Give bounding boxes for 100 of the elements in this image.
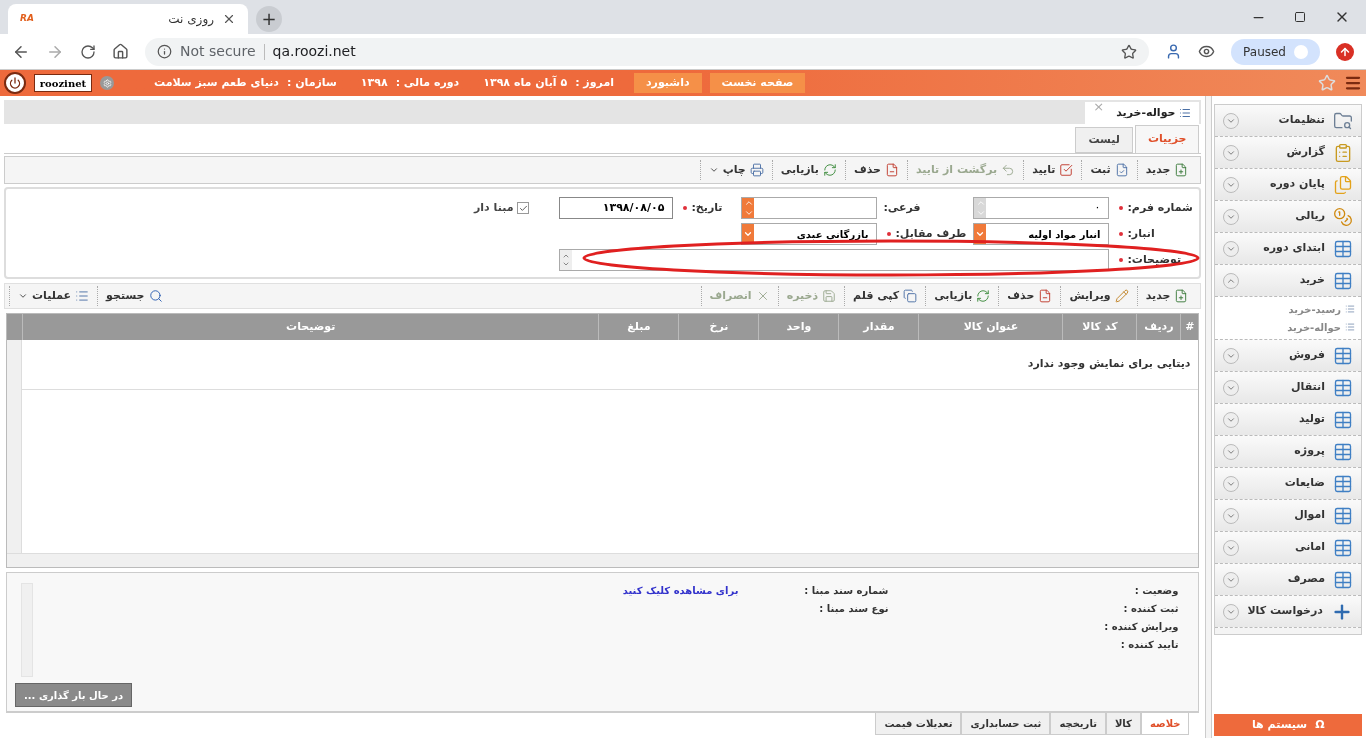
extension-icon[interactable] bbox=[1198, 43, 1216, 60]
security-label: Not secure bbox=[180, 42, 256, 61]
bottom-tab[interactable]: تعدیلات قیمت bbox=[875, 713, 962, 735]
table-icon bbox=[1333, 377, 1353, 398]
toolbar-button[interactable]: حذف bbox=[844, 160, 907, 180]
sidebar-item[interactable]: اموال bbox=[1215, 500, 1361, 532]
expand-icon bbox=[1223, 571, 1240, 588]
sidebar-item[interactable]: ضایعات bbox=[1215, 468, 1361, 500]
info-label: سازمان : bbox=[286, 74, 337, 91]
number-field[interactable] bbox=[741, 197, 878, 219]
bottom-tab[interactable]: کالا bbox=[1105, 713, 1141, 735]
toolbar-button[interactable]: جستجو bbox=[97, 286, 171, 306]
sidebar-item[interactable]: ریالی bbox=[1215, 201, 1361, 233]
sidebar-item[interactable]: تنظیمات bbox=[1215, 105, 1361, 137]
menu-icon[interactable] bbox=[1344, 74, 1362, 92]
sidebar-item[interactable]: گزارش bbox=[1215, 137, 1361, 169]
coins-icon bbox=[1333, 206, 1353, 227]
date-field[interactable]: ۱۳۹۸/۰۸/۰۵ bbox=[559, 197, 674, 219]
sidebar-item[interactable]: ابتدای دوره bbox=[1215, 233, 1361, 265]
sidebar-item[interactable]: امانی bbox=[1215, 532, 1361, 564]
refresh-icon bbox=[976, 289, 991, 303]
expand-icon bbox=[1223, 144, 1240, 161]
field-label: شماره فرم: bbox=[1127, 199, 1193, 216]
expand-icon bbox=[1223, 176, 1240, 193]
delete-file-icon bbox=[1038, 289, 1053, 303]
power-icon[interactable] bbox=[4, 72, 26, 94]
refresh-icon bbox=[822, 163, 837, 177]
toolbar-button[interactable]: کپی قلم bbox=[844, 286, 926, 306]
info-value: ۱۳۹۸ bbox=[360, 74, 388, 91]
list-icon bbox=[1345, 322, 1355, 332]
search-icon bbox=[148, 289, 163, 303]
field-label: طرف مقابل: bbox=[895, 225, 967, 242]
bottom-tab[interactable]: تاریخچه bbox=[1050, 713, 1106, 735]
summary-label: تایید کننده : bbox=[1119, 638, 1179, 652]
info-label: امروز : bbox=[575, 74, 614, 91]
empty-message: دیتایی برای نمایش وجود ندارد bbox=[1027, 356, 1191, 373]
tab-title: روزی نت bbox=[167, 11, 214, 28]
sidebar-item[interactable]: درخواست کالا bbox=[1215, 596, 1361, 628]
expand-icon bbox=[1223, 379, 1240, 396]
home-icon[interactable] bbox=[112, 43, 129, 60]
document-tab[interactable]: حواله-خرید × bbox=[1085, 102, 1200, 124]
toolbar-button[interactable]: جدید bbox=[1136, 160, 1197, 180]
checkbox[interactable] bbox=[517, 202, 530, 214]
reload-icon[interactable] bbox=[80, 43, 96, 60]
table-icon bbox=[1333, 441, 1353, 462]
required-mark-icon bbox=[1119, 206, 1124, 210]
sidebar-item[interactable]: مصرف bbox=[1215, 564, 1361, 596]
sidebar-subitem[interactable]: رسید-خرید bbox=[1215, 300, 1361, 318]
expand-icon bbox=[1223, 475, 1240, 492]
update-icon[interactable] bbox=[1336, 42, 1354, 61]
close-icon[interactable] bbox=[222, 12, 236, 26]
list-icon bbox=[1345, 304, 1355, 314]
sidebar-subitem[interactable]: حواله-خرید bbox=[1215, 318, 1361, 336]
toolbar-button[interactable]: چاپ bbox=[699, 160, 772, 180]
view-link[interactable]: برای مشاهده کلیک کنید bbox=[608, 583, 739, 598]
required-mark-icon bbox=[683, 206, 688, 210]
summary-label: نوع سند مبنا : bbox=[818, 602, 889, 616]
summary-label: ویرایش کننده : bbox=[1103, 620, 1179, 634]
description-field[interactable] bbox=[559, 249, 1110, 271]
toolbar-button[interactable]: ثبت bbox=[1081, 160, 1137, 180]
file-check-icon bbox=[1114, 163, 1129, 177]
new-tab-button[interactable]: + bbox=[256, 6, 282, 32]
table-icon bbox=[1333, 270, 1353, 291]
sidebar-item[interactable]: خرید bbox=[1215, 265, 1361, 297]
caret-icon bbox=[708, 165, 719, 175]
info-icon bbox=[157, 44, 172, 59]
toolbar-button[interactable]: بازیابی bbox=[771, 160, 845, 180]
sidebar-item[interactable]: پروژه bbox=[1215, 436, 1361, 468]
delete-file-icon bbox=[884, 163, 899, 177]
bottom-tab[interactable]: ثبت حسابداری bbox=[961, 713, 1051, 735]
expand-icon bbox=[1223, 443, 1240, 460]
checkbox-label: مبنا دار bbox=[473, 199, 514, 216]
table-icon bbox=[1333, 473, 1353, 494]
view-tab[interactable]: جزییات bbox=[1134, 125, 1200, 153]
pencil-icon bbox=[1114, 289, 1129, 303]
toolbar-button[interactable]: حذف bbox=[998, 286, 1061, 306]
view-tab[interactable]: لیست bbox=[1075, 127, 1133, 153]
address-field[interactable]: Not secure qa.roozi.net bbox=[145, 37, 1150, 66]
toolbar-button[interactable]: تایید bbox=[1023, 160, 1082, 180]
sidebar-item[interactable]: پایان دوره bbox=[1215, 169, 1361, 201]
bottom-tab[interactable]: خلاصه bbox=[1140, 713, 1190, 735]
toolbar-button[interactable]: ویرایش bbox=[1060, 286, 1137, 306]
collapse-icon bbox=[1223, 272, 1240, 289]
field-label: انبار: bbox=[1127, 225, 1155, 242]
profile-button[interactable]: Paused bbox=[1231, 38, 1320, 65]
toolbar-button[interactable]: جدید bbox=[1136, 286, 1197, 306]
field-label: فرعی: bbox=[883, 199, 921, 216]
check-icon bbox=[518, 203, 528, 213]
sidebar-item[interactable]: تولید bbox=[1215, 404, 1361, 436]
files-icon bbox=[1333, 174, 1353, 195]
sidebar-item[interactable]: فروش bbox=[1215, 340, 1361, 372]
star-icon[interactable] bbox=[1318, 74, 1336, 92]
sidebar-item[interactable]: انتقال bbox=[1215, 372, 1361, 404]
expand-icon bbox=[1223, 507, 1240, 524]
new-file-icon bbox=[1174, 163, 1189, 177]
info-label: دوره مالی : bbox=[395, 74, 460, 91]
toolbar-button[interactable]: عملیات bbox=[9, 286, 98, 306]
maximize-icon[interactable] bbox=[1294, 11, 1306, 23]
toolbar-button[interactable]: بازیابی bbox=[925, 286, 999, 306]
bookmark-icon[interactable] bbox=[1121, 43, 1138, 60]
